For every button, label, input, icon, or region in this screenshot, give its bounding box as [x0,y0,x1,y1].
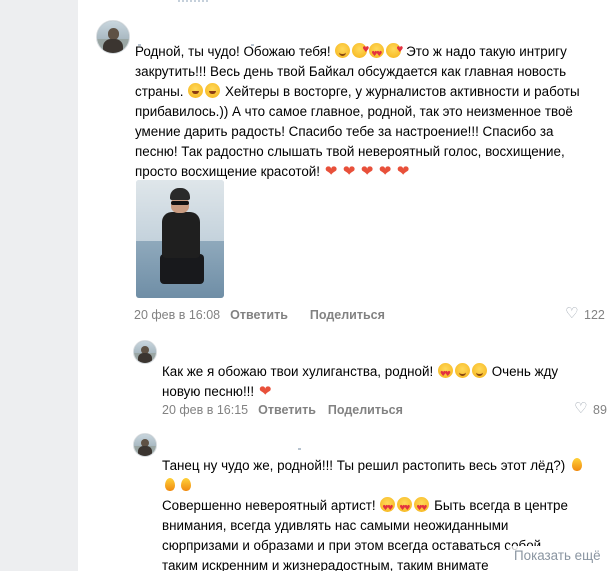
like-button[interactable]: 122 [565,305,605,323]
attached-photo[interactable] [136,180,224,298]
heart-emoji-icon [343,161,359,181]
heart-emoji-icon [259,381,275,401]
flame-emoji-icon [179,477,193,492]
top-divider [78,0,616,4]
heart-outline-icon [565,305,580,321]
love-emoji-icon [380,497,396,518]
comment-meta: 20 фев в 16:08 Ответить Поделиться [134,307,385,323]
reply-date[interactable]: 20 фев в 16:15 [162,403,248,417]
avatar[interactable] [133,340,157,364]
reply-button[interactable]: Ответить [258,403,316,417]
love-emoji-icon [414,497,430,518]
author-name-placeholder[interactable] [298,438,321,450]
flame-emoji-icon [570,457,584,472]
laugh-emoji-icon [188,83,204,98]
love-emoji-icon [397,497,413,518]
love-emoji-icon [386,40,403,60]
like-button[interactable]: 89 [574,400,607,418]
avatar[interactable] [96,20,130,54]
share-button[interactable]: Поделиться [328,403,403,417]
comment-text: Родной, ты чудо! Обожаю тебя! Это ж надо… [135,40,605,182]
smile-emoji-icon [471,363,487,378]
love-emoji-icon [352,40,369,60]
avatar[interactable] [133,433,157,457]
author-name-placeholder[interactable] [138,34,274,46]
reply-meta: 20 фев в 16:15 Ответить Поделиться [162,402,403,418]
heart-emoji-icon [397,161,413,181]
share-button[interactable]: Поделиться [310,308,385,322]
heart-emoji-icon [361,161,377,181]
smile-emoji-icon [335,43,351,58]
comment-date[interactable]: 20 фев в 16:08 [134,308,220,322]
reply-text: Как же я обожаю твои хулиганства, родной… [162,362,602,402]
smile-emoji-icon [454,363,470,378]
reply-button[interactable]: Ответить [230,308,288,322]
heart-emoji-icon [379,161,395,181]
like-count: 122 [584,308,605,322]
heart-outline-icon [574,400,589,416]
show-more-link[interactable]: Показать ещё [508,546,616,566]
laugh-emoji-icon [205,83,221,98]
heart-emoji-icon [325,161,341,181]
love-emoji-icon [369,43,385,64]
like-count: 89 [593,403,607,417]
flame-emoji-icon [163,477,177,492]
love-emoji-icon [437,363,453,384]
